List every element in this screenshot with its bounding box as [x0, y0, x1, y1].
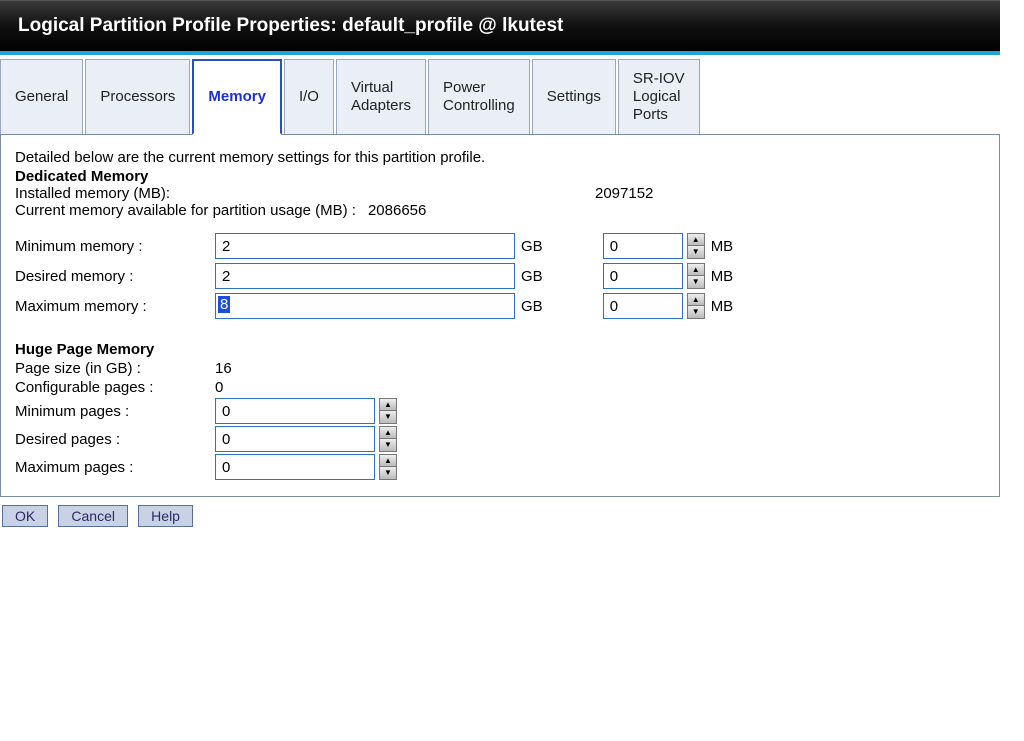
maximum-memory-label: Maximum memory :: [15, 298, 215, 315]
cancel-button[interactable]: Cancel: [58, 505, 128, 527]
tab-settings[interactable]: Settings: [532, 59, 616, 134]
minimum-pages-row: Minimum pages : ▲ ▼: [15, 398, 985, 424]
maximum-pages-label: Maximum pages :: [15, 459, 215, 476]
dedicated-memory-heading: Dedicated Memory: [15, 168, 985, 185]
help-button[interactable]: Help: [138, 505, 193, 527]
tab-io[interactable]: I/O: [284, 59, 334, 134]
huge-page-memory-heading: Huge Page Memory: [15, 341, 985, 358]
footer-buttons: OK Cancel Help: [0, 503, 1000, 529]
gb-unit: GB: [521, 298, 543, 315]
spinner-up-icon[interactable]: ▲: [380, 455, 396, 467]
spinner-up-icon[interactable]: ▲: [380, 427, 396, 439]
minimum-memory-row: Minimum memory : GB ▲ ▼ MB: [15, 233, 985, 259]
accent-bar: [0, 51, 1000, 55]
desired-pages-row: Desired pages : ▲ ▼: [15, 426, 985, 452]
gb-unit: GB: [521, 238, 543, 255]
minimum-pages-label: Minimum pages :: [15, 403, 215, 420]
desired-pages-input[interactable]: [215, 426, 375, 452]
desired-memory-gb-input[interactable]: [215, 263, 515, 289]
available-memory-label: Current memory available for partition u…: [15, 202, 356, 219]
maximum-memory-mb-input[interactable]: [603, 293, 683, 319]
maximum-pages-input[interactable]: [215, 454, 375, 480]
gb-unit: GB: [521, 268, 543, 285]
desired-pages-label: Desired pages :: [15, 431, 215, 448]
maximum-memory-gb-input[interactable]: [215, 293, 515, 319]
installed-memory-value: 2097152: [595, 185, 653, 202]
page-size-label: Page size (in GB) :: [15, 360, 215, 377]
minimum-memory-gb-input[interactable]: [215, 233, 515, 259]
desired-memory-mb-input[interactable]: [603, 263, 683, 289]
maximum-pages-row: Maximum pages : ▲ ▼: [15, 454, 985, 480]
spinner-down-icon[interactable]: ▼: [380, 439, 396, 451]
spinner-up-icon[interactable]: ▲: [380, 399, 396, 411]
spinner-up-icon[interactable]: ▲: [688, 234, 704, 246]
content-panel: Detailed below are the current memory se…: [0, 135, 1000, 497]
minimum-memory-label: Minimum memory :: [15, 238, 215, 255]
mb-unit: MB: [711, 238, 734, 255]
available-memory-value: 2086656: [368, 202, 426, 219]
minimum-pages-input[interactable]: [215, 398, 375, 424]
configurable-pages-value: 0: [215, 379, 385, 396]
desired-memory-mb-spinner[interactable]: ▲ ▼: [687, 263, 705, 289]
spinner-down-icon[interactable]: ▼: [380, 411, 396, 423]
tab-bar: General Processors Memory I/O Virtual Ad…: [0, 59, 1000, 135]
page-size-value: 16: [215, 360, 385, 377]
desired-memory-row: Desired memory : GB ▲ ▼ MB: [15, 263, 985, 289]
mb-unit: MB: [711, 268, 734, 285]
minimum-memory-mb-spinner[interactable]: ▲ ▼: [687, 233, 705, 259]
configurable-pages-label: Configurable pages :: [15, 379, 215, 396]
spinner-down-icon[interactable]: ▼: [688, 306, 704, 318]
ok-button[interactable]: OK: [2, 505, 48, 527]
spinner-down-icon[interactable]: ▼: [380, 467, 396, 479]
mb-unit: MB: [711, 298, 734, 315]
minimum-memory-mb-input[interactable]: [603, 233, 683, 259]
tab-memory[interactable]: Memory: [192, 59, 282, 135]
tab-general[interactable]: General: [0, 59, 83, 134]
spinner-down-icon[interactable]: ▼: [688, 246, 704, 258]
tab-power-controlling[interactable]: Power Controlling: [428, 59, 530, 134]
spinner-up-icon[interactable]: ▲: [688, 264, 704, 276]
spinner-up-icon[interactable]: ▲: [688, 294, 704, 306]
window-title: Logical Partition Profile Properties: de…: [0, 0, 1000, 51]
tab-virtual-adapters[interactable]: Virtual Adapters: [336, 59, 426, 134]
maximum-memory-row: Maximum memory : 8 GB ▲ ▼ MB: [15, 293, 985, 319]
installed-memory-label: Installed memory (MB):: [15, 185, 595, 202]
minimum-pages-spinner[interactable]: ▲ ▼: [379, 398, 397, 424]
intro-text: Detailed below are the current memory se…: [15, 149, 985, 166]
maximum-pages-spinner[interactable]: ▲ ▼: [379, 454, 397, 480]
desired-pages-spinner[interactable]: ▲ ▼: [379, 426, 397, 452]
maximum-memory-mb-spinner[interactable]: ▲ ▼: [687, 293, 705, 319]
spinner-down-icon[interactable]: ▼: [688, 276, 704, 288]
tab-sriov-logical-ports[interactable]: SR-IOV Logical Ports: [618, 59, 700, 134]
tab-processors[interactable]: Processors: [85, 59, 190, 134]
desired-memory-label: Desired memory :: [15, 268, 215, 285]
